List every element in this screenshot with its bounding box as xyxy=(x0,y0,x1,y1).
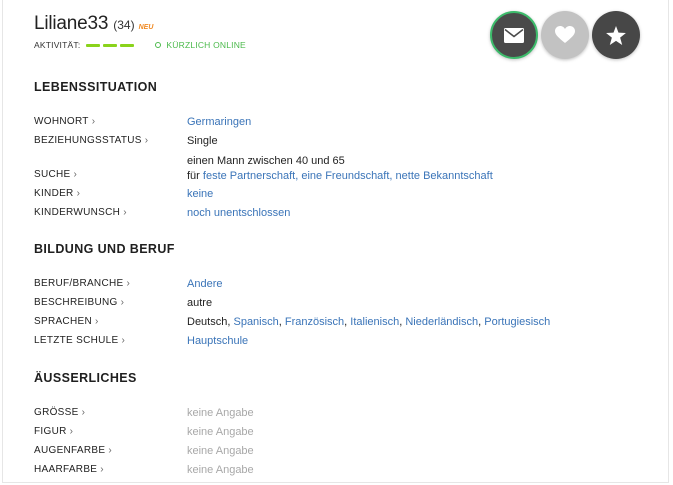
field-label: AUGENFARBE › xyxy=(34,445,112,456)
row-figur: FIGUR › keine Angabe xyxy=(34,426,634,445)
sprachen-value: Deutsch, Spanisch, Französisch, Italieni… xyxy=(187,316,551,328)
suche-link[interactable]: nette Bekanntschaft xyxy=(396,170,493,182)
field-label: LETZTE SCHULE › xyxy=(34,335,126,346)
augenfarbe-value: keine Angabe xyxy=(187,445,254,457)
beruf-link[interactable]: Andere xyxy=(187,278,222,290)
row-groesse: GRÖSSE › keine Angabe xyxy=(34,407,634,426)
sprache-link[interactable]: Niederländisch xyxy=(405,316,478,328)
sprache-link[interactable]: Französisch xyxy=(285,316,344,328)
wohnort-link[interactable]: Germaringen xyxy=(187,116,251,128)
new-badge: NEU xyxy=(138,24,154,31)
row-beziehungsstatus: BEZIEHUNGSSTATUS › Single xyxy=(34,135,634,154)
online-dot-icon xyxy=(155,42,162,48)
row-augenfarbe: AUGENFARBE › keine Angabe xyxy=(34,445,634,464)
activity-indicator xyxy=(86,43,137,47)
sprache-link[interactable]: Portugiesisch xyxy=(484,316,550,328)
suche-link[interactable]: eine Freundschaft xyxy=(301,170,389,182)
section-title: BILDUNG UND BERUF xyxy=(34,242,175,256)
field-label: BERUF/BRANCHE › xyxy=(34,278,131,289)
field-label: FIGUR › xyxy=(34,426,74,437)
beziehungsstatus-value: Single xyxy=(187,135,218,147)
field-label: SUCHE › xyxy=(34,169,78,180)
suche-link[interactable]: feste Partnerschaft xyxy=(203,170,295,182)
section-lebenssituation: LEBENSSITUATION WOHNORT › Germaringen BEZ… xyxy=(34,80,634,226)
favorite-button[interactable] xyxy=(592,11,640,59)
field-label: HAARFARBE › xyxy=(34,464,104,475)
row-letzte-schule: LETZTE SCHULE › Hauptschule xyxy=(34,335,634,354)
sprache-link[interactable]: Spanisch xyxy=(233,316,278,328)
age: (34) xyxy=(113,18,135,32)
envelope-icon xyxy=(504,27,524,43)
section-title: LEBENSSITUATION xyxy=(34,80,158,94)
row-wohnort: WOHNORT › Germaringen xyxy=(34,116,634,135)
figur-value: keine Angabe xyxy=(187,426,254,438)
field-label: WOHNORT › xyxy=(34,116,96,127)
profile-card: Liliane33 (34) NEU AKTIVITÄT: KÜRZLICH O… xyxy=(2,0,669,483)
field-label: BESCHREIBUNG › xyxy=(34,297,125,308)
section-title: ÄUSSERLICHES xyxy=(34,371,137,385)
section-bildung-beruf: BILDUNG UND BERUF BERUF/BRANCHE › Andere … xyxy=(34,242,634,354)
schule-link[interactable]: Hauptschule xyxy=(187,335,248,347)
suche-value: einen Mann zwischen 40 und 65 für feste … xyxy=(187,155,493,182)
kinder-link[interactable]: keine xyxy=(187,188,213,200)
star-icon xyxy=(606,25,626,45)
kinderwunsch-link[interactable]: noch unentschlossen xyxy=(187,207,290,219)
field-label: KINDER › xyxy=(34,188,81,199)
row-kinder: KINDER › keine xyxy=(34,188,634,207)
field-label: GRÖSSE › xyxy=(34,407,86,418)
profile-actions xyxy=(490,11,643,59)
activity-label: AKTIVITÄT: xyxy=(34,40,81,50)
field-label: SPRACHEN › xyxy=(34,316,99,327)
field-label: KINDERWUNSCH › xyxy=(34,207,127,218)
field-label: BEZIEHUNGSSTATUS › xyxy=(34,135,149,146)
send-message-button[interactable] xyxy=(490,11,538,59)
groesse-value: keine Angabe xyxy=(187,407,254,419)
activity-bar xyxy=(103,43,118,47)
sprache-link[interactable]: Italienisch xyxy=(350,316,399,328)
online-status-text: KÜRZLICH ONLINE xyxy=(166,40,246,50)
heart-icon xyxy=(555,26,575,43)
activity-bar xyxy=(86,43,101,47)
section-aeusserliches: ÄUSSERLICHES GRÖSSE › keine Angabe FIGUR ›… xyxy=(34,371,634,483)
row-haarfarbe: HAARFARBE › keine Angabe xyxy=(34,464,634,483)
activity-bar xyxy=(120,43,135,47)
online-status: KÜRZLICH ONLINE xyxy=(155,40,246,50)
row-beschreibung: BESCHREIBUNG › autre xyxy=(34,297,634,316)
username: Liliane33 xyxy=(34,13,109,34)
row-beruf: BERUF/BRANCHE › Andere xyxy=(34,278,634,297)
profile-header: Liliane33 (34) NEU AKTIVITÄT: KÜRZLICH O… xyxy=(34,13,246,50)
row-sprachen: SPRACHEN › Deutsch, Spanisch, Französisch… xyxy=(34,316,634,335)
row-kinderwunsch: KINDERWUNSCH › noch unentschlossen xyxy=(34,207,634,226)
beschreibung-value: autre xyxy=(187,297,213,309)
row-suche: SUCHE › einen Mann zwischen 40 und 65 für… xyxy=(34,154,634,188)
like-button[interactable] xyxy=(541,11,589,59)
haarfarbe-value: keine Angabe xyxy=(187,464,254,476)
